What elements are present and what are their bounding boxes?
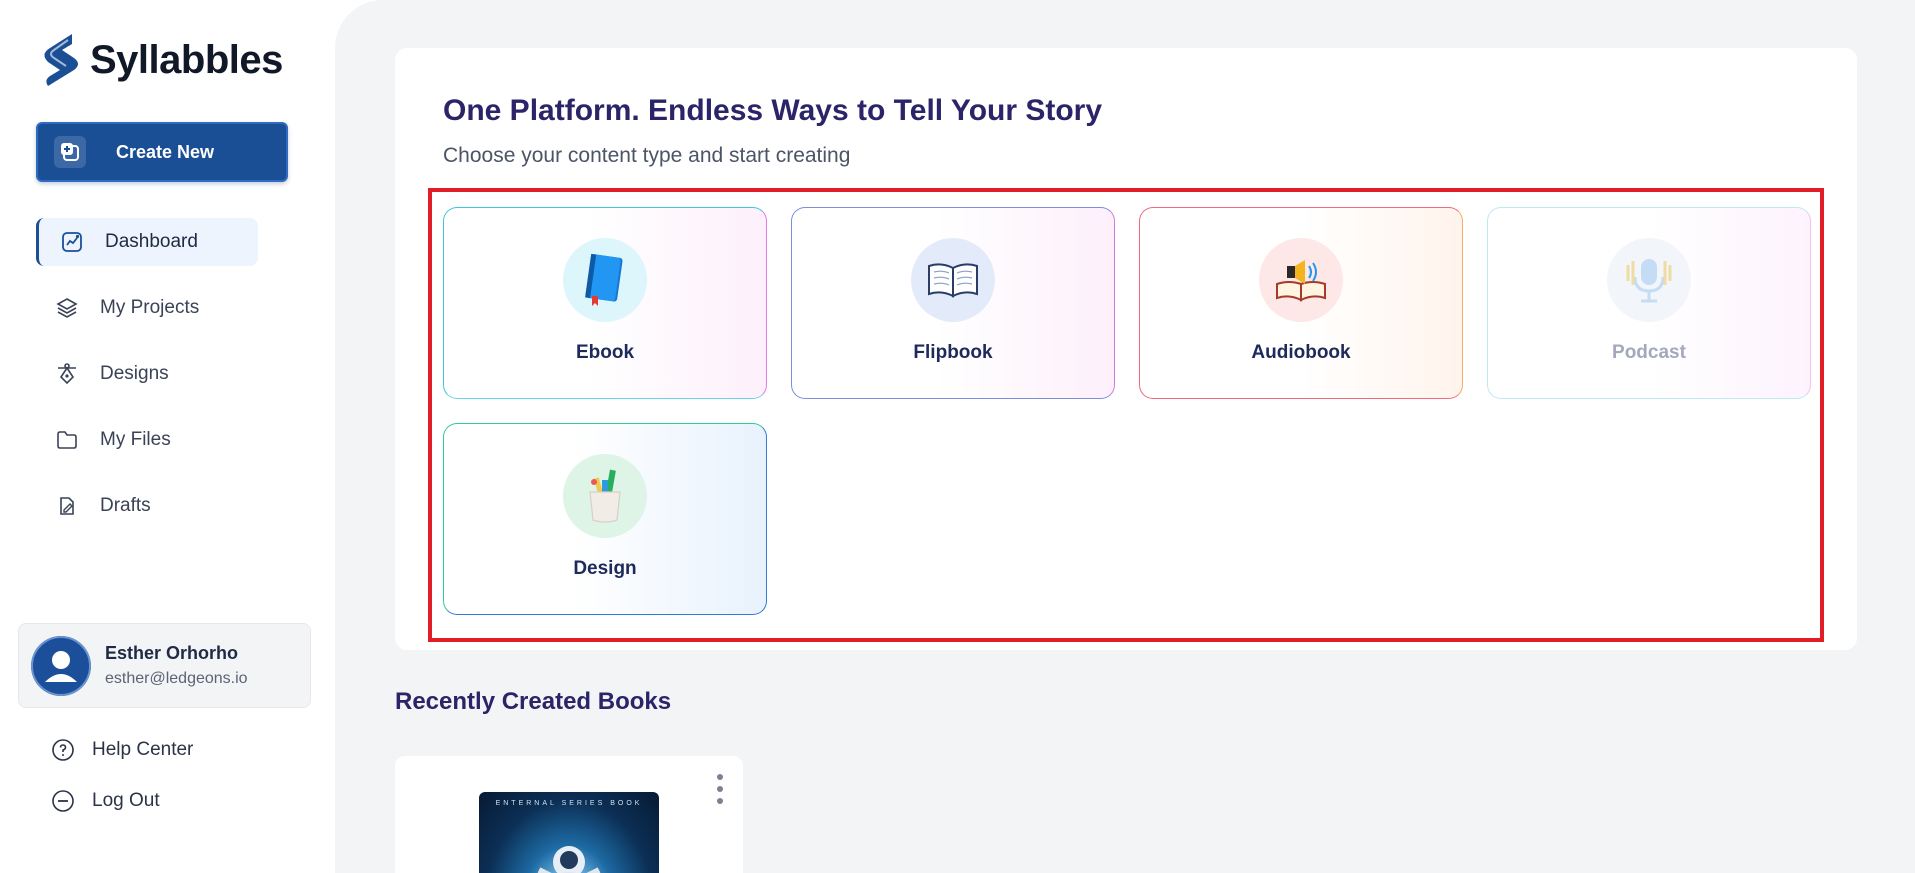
- pen-tool-icon: [54, 361, 80, 387]
- help-center-link[interactable]: Help Center: [50, 737, 193, 763]
- pencil-cup-icon: [563, 454, 647, 538]
- sidebar-item-label: My Projects: [100, 297, 200, 318]
- content-type-ebook[interactable]: Ebook: [443, 207, 767, 399]
- brand-name: Syllabbles: [90, 37, 283, 82]
- sidebar-item-label: Drafts: [100, 495, 151, 516]
- sidebar-item-drafts[interactable]: Drafts: [36, 482, 296, 530]
- folder-icon: [54, 427, 80, 453]
- sidebar-item-label: My Files: [100, 429, 171, 450]
- microphone-icon: [1607, 238, 1691, 322]
- recent-book-card[interactable]: ENTERNAL SERIES BOOK: [395, 756, 743, 873]
- user-profile-card[interactable]: Esther Orhorho esther@ledgeons.io: [18, 623, 311, 708]
- content-type-label: Design: [573, 558, 637, 579]
- speaker-book-icon: [1259, 238, 1343, 322]
- content-type-label: Audiobook: [1251, 342, 1351, 363]
- create-new-button[interactable]: Create New: [36, 122, 288, 182]
- syllabbles-logo-icon: [44, 34, 78, 86]
- open-book-icon: [911, 238, 995, 322]
- chart-icon: [59, 229, 85, 255]
- avatar: [31, 635, 91, 696]
- user-name: Esther Orhorho: [105, 643, 239, 663]
- sidebar-item-my-projects[interactable]: My Projects: [36, 284, 296, 332]
- create-plus-icon: [54, 136, 86, 168]
- draft-icon: [54, 493, 80, 519]
- content-type-audiobook[interactable]: Audiobook: [1139, 207, 1463, 399]
- layers-icon: [54, 295, 80, 321]
- page-subtitle: Choose your content type and start creat…: [443, 144, 851, 167]
- help-icon: [50, 737, 76, 763]
- sidebar: Syllabbles Create New Dashboard My Proje…: [0, 0, 335, 873]
- book-menu-kebab-icon[interactable]: [715, 774, 725, 804]
- create-new-label: Create New: [116, 141, 215, 162]
- main-content: One Platform. Endless Ways to Tell Your …: [335, 0, 1915, 873]
- sidebar-item-designs[interactable]: Designs: [36, 350, 296, 398]
- sidebar-item-label: Designs: [100, 363, 169, 384]
- recent-books-title: Recently Created Books: [395, 688, 672, 715]
- content-type-label: Podcast: [1612, 342, 1686, 363]
- sidebar-item-label: Dashboard: [105, 231, 198, 252]
- sidebar-nav: Dashboard My Projects Designs My Files D…: [36, 218, 296, 548]
- blue-book-icon: [563, 238, 647, 322]
- user-avatar-icon: [31, 635, 91, 696]
- content-type-podcast[interactable]: Podcast: [1487, 207, 1811, 399]
- logout-icon: [50, 788, 76, 814]
- log-out-link[interactable]: Log Out: [50, 788, 160, 814]
- content-type-panel: One Platform. Endless Ways to Tell Your …: [395, 48, 1857, 650]
- sidebar-item-dashboard[interactable]: Dashboard: [36, 218, 258, 266]
- astronaut-illustration-icon: [537, 846, 601, 873]
- user-email: esther@ledgeons.io: [105, 670, 248, 687]
- help-center-label: Help Center: [92, 739, 194, 760]
- content-type-design[interactable]: Design: [443, 423, 767, 615]
- content-type-label: Flipbook: [913, 342, 993, 363]
- brand-logo[interactable]: Syllabbles: [38, 32, 283, 88]
- sidebar-item-my-files[interactable]: My Files: [36, 416, 296, 464]
- book-cover-image: ENTERNAL SERIES BOOK: [479, 792, 659, 873]
- log-out-label: Log Out: [92, 790, 160, 811]
- page-title: One Platform. Endless Ways to Tell Your …: [443, 94, 1103, 127]
- content-type-flipbook[interactable]: Flipbook: [791, 207, 1115, 399]
- content-type-label: Ebook: [575, 342, 635, 363]
